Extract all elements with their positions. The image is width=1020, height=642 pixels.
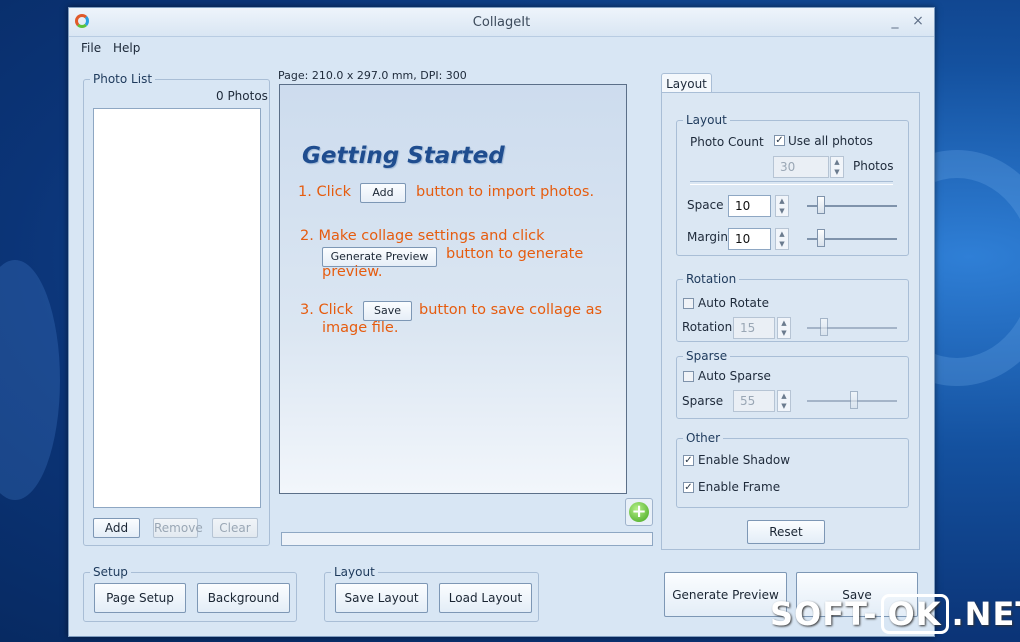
- photos-unit-label: Photos: [853, 159, 894, 173]
- menu-file[interactable]: File: [81, 41, 101, 55]
- use-all-photos-checkbox[interactable]: ✓: [774, 135, 785, 146]
- step3-text-2: button to save collage as: [419, 302, 603, 318]
- menu-bar: File Help: [69, 37, 934, 59]
- enable-shadow-label: Enable Shadow: [698, 453, 791, 467]
- margin-input[interactable]: 10: [728, 228, 771, 250]
- page-setup-button[interactable]: Page Setup: [94, 583, 186, 613]
- other-legend: Other: [686, 431, 721, 445]
- margin-spinner[interactable]: ▲ ▼: [775, 228, 789, 250]
- page-info-label: Page: 210.0 x 297.0 mm, DPI: 300: [278, 69, 467, 82]
- generate-preview-button[interactable]: Generate Preview: [664, 572, 787, 617]
- space-label: Space: [687, 198, 724, 212]
- photo-list-box[interactable]: [93, 108, 261, 508]
- window-title: CollageIt: [472, 15, 531, 30]
- photo-list-legend: Photo List: [93, 72, 153, 86]
- photo-count-label: 0 Photos: [216, 89, 268, 103]
- step3-save-button: Save: [363, 301, 412, 321]
- step1-text-2: button to import photos.: [416, 184, 595, 200]
- step2-text: 2. Make collage settings and click: [300, 228, 545, 244]
- auto-sparse-label: Auto Sparse: [698, 369, 771, 383]
- layout-buttons-legend: Layout: [334, 565, 375, 579]
- space-slider-thumb[interactable]: [817, 196, 825, 214]
- space-input[interactable]: 10: [728, 195, 771, 217]
- photo-count-text: Photo Count: [690, 135, 764, 149]
- step2-text-3: preview.: [322, 264, 383, 280]
- sparse-label: Sparse: [682, 394, 724, 408]
- layout-settings-panel: Layout Photo Count ✓ Use all photos 30 ▲…: [661, 92, 920, 550]
- add-photo-icon-button[interactable]: +: [625, 498, 653, 526]
- sparse-legend: Sparse: [686, 349, 728, 363]
- watermark: SOFT-OK.NET: [770, 594, 1020, 634]
- app-window: CollageIt _ × File Help Photo List 0 Pho…: [68, 7, 935, 637]
- sparse-input[interactable]: 55: [733, 390, 775, 412]
- auto-rotate-label: Auto Rotate: [698, 296, 769, 310]
- rotation-input[interactable]: 15: [733, 317, 775, 339]
- layout-legend: Layout: [686, 113, 727, 127]
- divider: [690, 181, 893, 185]
- reset-button[interactable]: Reset: [747, 520, 825, 544]
- rotation-legend: Rotation: [686, 272, 737, 286]
- watermark-part2: OK: [880, 594, 949, 634]
- sparse-slider-thumb[interactable]: [850, 391, 858, 409]
- margin-slider-thumb[interactable]: [817, 229, 825, 247]
- desktop-decoration: [0, 260, 60, 500]
- setup-legend: Setup: [93, 565, 128, 579]
- add-photo-button[interactable]: Add: [93, 518, 140, 538]
- getting-started-title: Getting Started: [302, 143, 505, 169]
- other-group: Other: [676, 431, 909, 508]
- plus-circle-icon: +: [629, 502, 649, 522]
- step3-text-3: image file.: [322, 320, 399, 336]
- space-spinner[interactable]: ▲ ▼: [775, 195, 789, 217]
- sparse-group: Sparse: [676, 349, 909, 419]
- load-layout-button[interactable]: Load Layout: [439, 583, 532, 613]
- rotation-spinner[interactable]: ▲ ▼: [777, 317, 791, 339]
- save-layout-button[interactable]: Save Layout: [335, 583, 428, 613]
- tab-layout[interactable]: Layout: [661, 73, 712, 94]
- watermark-part1: SOFT-: [770, 595, 878, 633]
- photo-count-input[interactable]: 30: [773, 156, 829, 178]
- collage-canvas[interactable]: Getting Started 1. Click Add button to i…: [279, 84, 627, 494]
- rotation-label: Rotation: [682, 320, 733, 334]
- background-button[interactable]: Background: [197, 583, 290, 613]
- step1-text: 1. Click: [298, 184, 351, 200]
- minimize-button[interactable]: _: [886, 12, 904, 30]
- rotation-slider-thumb[interactable]: [820, 318, 828, 336]
- auto-sparse-checkbox[interactable]: [683, 371, 694, 382]
- use-all-photos-label: Use all photos: [788, 134, 873, 148]
- clear-photos-button[interactable]: Clear: [212, 518, 258, 538]
- auto-rotate-checkbox[interactable]: [683, 298, 694, 309]
- step3-text: 3. Click: [300, 302, 353, 318]
- enable-frame-label: Enable Frame: [698, 480, 781, 494]
- step2-text-2: button to generate: [446, 246, 584, 262]
- enable-shadow-checkbox[interactable]: ✓: [683, 455, 694, 466]
- title-bar: CollageIt _ ×: [69, 8, 934, 37]
- enable-frame-checkbox[interactable]: ✓: [683, 482, 694, 493]
- remove-photo-button[interactable]: Remove: [153, 518, 203, 538]
- photo-count-spinner[interactable]: ▲ ▼: [830, 156, 844, 178]
- step1-add-button: Add: [360, 183, 406, 203]
- sparse-spinner[interactable]: ▲ ▼: [777, 390, 791, 412]
- watermark-part3: .NET: [951, 595, 1020, 633]
- menu-help[interactable]: Help: [113, 41, 140, 55]
- progress-bar: [281, 532, 653, 546]
- close-button[interactable]: ×: [909, 12, 927, 30]
- margin-label: Margin: [687, 230, 728, 244]
